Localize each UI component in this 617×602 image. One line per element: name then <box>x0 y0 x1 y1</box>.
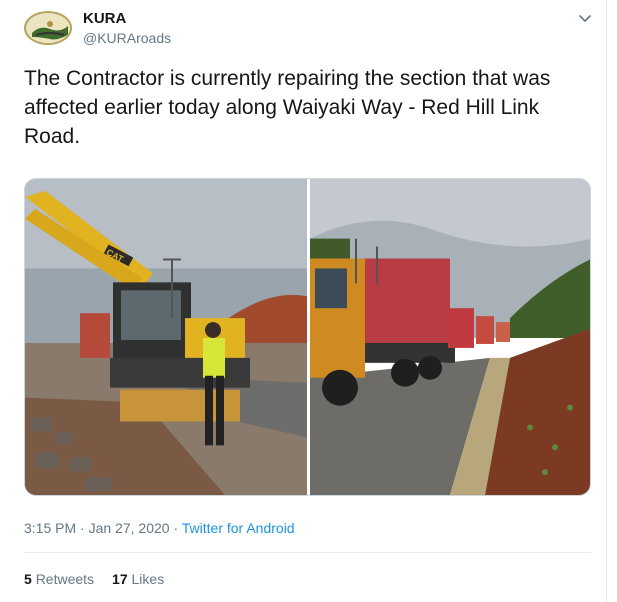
retweets-stat[interactable]: 5 Retweets <box>24 571 94 587</box>
avatar[interactable] <box>24 11 72 45</box>
retweets-label: Retweets <box>35 571 95 587</box>
tweet-date[interactable]: Jan 27, 2020 <box>89 520 170 536</box>
tweet-media[interactable]: CAT <box>24 178 591 496</box>
display-name[interactable]: KURA <box>83 10 126 27</box>
tweet-text: The Contractor is currently repairing th… <box>24 67 551 148</box>
retweets-count: 5 <box>24 571 32 587</box>
tweet-meta: 3:15 PM · Jan 27, 2020 · Twitter for And… <box>24 520 295 536</box>
kura-logo-icon <box>28 15 70 43</box>
chevron-down-icon[interactable] <box>577 11 593 27</box>
user-handle[interactable]: @KURAroads <box>83 30 171 46</box>
likes-count: 17 <box>112 571 128 587</box>
tweet-source-link[interactable]: Twitter for Android <box>182 520 295 536</box>
tweet-card: KURA @KURAroads The Contractor is curren… <box>0 0 607 602</box>
tweet-stats: 5 Retweets 17 Likes <box>24 571 164 587</box>
tweet-time[interactable]: 3:15 PM <box>24 520 76 536</box>
likes-label: Likes <box>131 571 165 587</box>
photo-trucks[interactable] <box>310 179 591 495</box>
meta-separator: · <box>169 520 182 536</box>
photo-excavator[interactable]: CAT <box>25 179 307 495</box>
meta-separator: · <box>76 520 89 536</box>
likes-stat[interactable]: 17 Likes <box>112 571 164 587</box>
divider <box>24 552 591 553</box>
